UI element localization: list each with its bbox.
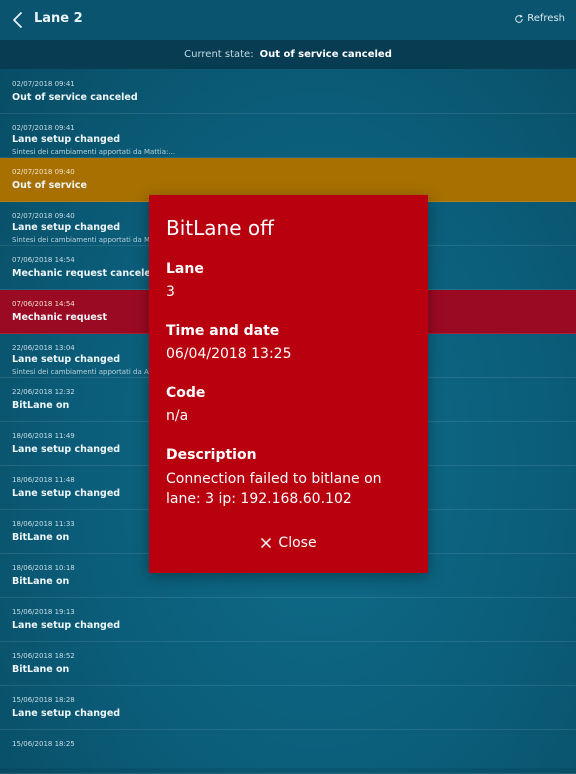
event-title: Lane setup changed — [12, 620, 121, 631]
current-state-bar: Current state: Out of service canceled — [0, 40, 576, 69]
event-date: 02/07/2018 09:40 — [12, 212, 75, 220]
description-value: Connection failed to bitlane on lane: 3 … — [166, 471, 382, 507]
event-title: Lane setup changed — [12, 134, 121, 145]
event-date: 15/06/2018 18:25 — [12, 740, 75, 748]
event-title: BitLane on — [12, 664, 70, 675]
event-summary: Sintesi dei cambiamenti apportati da Mat… — [12, 236, 167, 244]
time-label: Time and date — [166, 323, 280, 339]
event-title: Lane setup changed — [12, 354, 121, 365]
event-title: BitLane on — [12, 576, 70, 587]
event-row[interactable]: 15/06/2018 19:13 Lane setup changed — [0, 598, 576, 642]
refresh-button[interactable]: Refresh — [514, 13, 565, 24]
refresh-icon — [515, 14, 524, 23]
code-value: n/a — [166, 408, 189, 424]
event-summary: Sintesi dei cambiamenti apportati da Mat… — [12, 148, 176, 156]
event-date: 15/06/2018 19:13 — [12, 608, 75, 616]
event-row[interactable]: 15/06/2018 18:25 — [0, 730, 576, 774]
event-date: 18/06/2018 11:48 — [12, 476, 75, 484]
event-title: Lane setup changed — [12, 444, 121, 455]
close-icon — [261, 537, 272, 549]
description-label: Description — [166, 447, 257, 463]
refresh-label: Refresh — [527, 13, 565, 24]
event-title: Mechanic request — [12, 312, 107, 323]
event-detail-modal: BitLane off Lane 3 Time and date 06/04/2… — [149, 195, 428, 573]
close-label: Close — [278, 535, 317, 551]
page-title: Lane 2 — [34, 11, 83, 26]
back-chevron-icon[interactable] — [9, 10, 27, 30]
event-title: Mechanic request canceled — [12, 268, 158, 279]
event-date: 02/07/2018 09:41 — [12, 80, 75, 88]
time-value: 06/04/2018 13:25 — [166, 346, 292, 362]
current-state-value: Out of service canceled — [259, 49, 392, 60]
event-title: Out of service canceled — [12, 92, 138, 103]
event-row[interactable]: 15/06/2018 18:52 BitLane on — [0, 642, 576, 686]
event-title: Out of service — [12, 180, 87, 191]
event-row[interactable]: 15/06/2018 18:28 Lane setup changed — [0, 686, 576, 730]
event-date: 22/06/2018 13:04 — [12, 344, 75, 352]
event-title: BitLane on — [12, 400, 70, 411]
close-button[interactable]: Close — [149, 535, 428, 551]
event-date: 18/06/2018 11:33 — [12, 520, 75, 528]
header-bar: Lane 2 Refresh — [0, 0, 576, 40]
event-summary: Sintesi dei cambiamenti apportati da Adm… — [12, 368, 167, 376]
event-row[interactable]: 02/07/2018 09:41 Lane setup changed Sintes… — [0, 114, 576, 158]
event-date: 18/06/2018 10:18 — [12, 564, 75, 572]
current-state-label: Current state: — [184, 49, 254, 60]
event-date: 02/07/2018 09:41 — [12, 124, 75, 132]
modal-title: BitLane off — [166, 216, 274, 240]
lane-label: Lane — [166, 261, 204, 277]
event-title: Lane setup changed — [12, 488, 121, 499]
event-date: 22/06/2018 12:32 — [12, 388, 75, 396]
event-date: 02/07/2018 09:40 — [12, 168, 75, 176]
event-title: Lane setup changed — [12, 708, 121, 719]
event-title: Lane setup changed — [12, 222, 121, 233]
event-date: 15/06/2018 18:52 — [12, 652, 75, 660]
event-date: 07/06/2018 14:54 — [12, 300, 75, 308]
event-date: 18/06/2018 11:49 — [12, 432, 75, 440]
event-date: 15/06/2018 18:28 — [12, 696, 75, 704]
event-title: BitLane on — [12, 532, 70, 543]
event-date: 07/06/2018 14:54 — [12, 256, 75, 264]
event-row[interactable]: 02/07/2018 09:41 Out of service canceled — [0, 70, 576, 114]
lane-value: 3 — [166, 284, 175, 300]
code-label: Code — [166, 385, 206, 401]
